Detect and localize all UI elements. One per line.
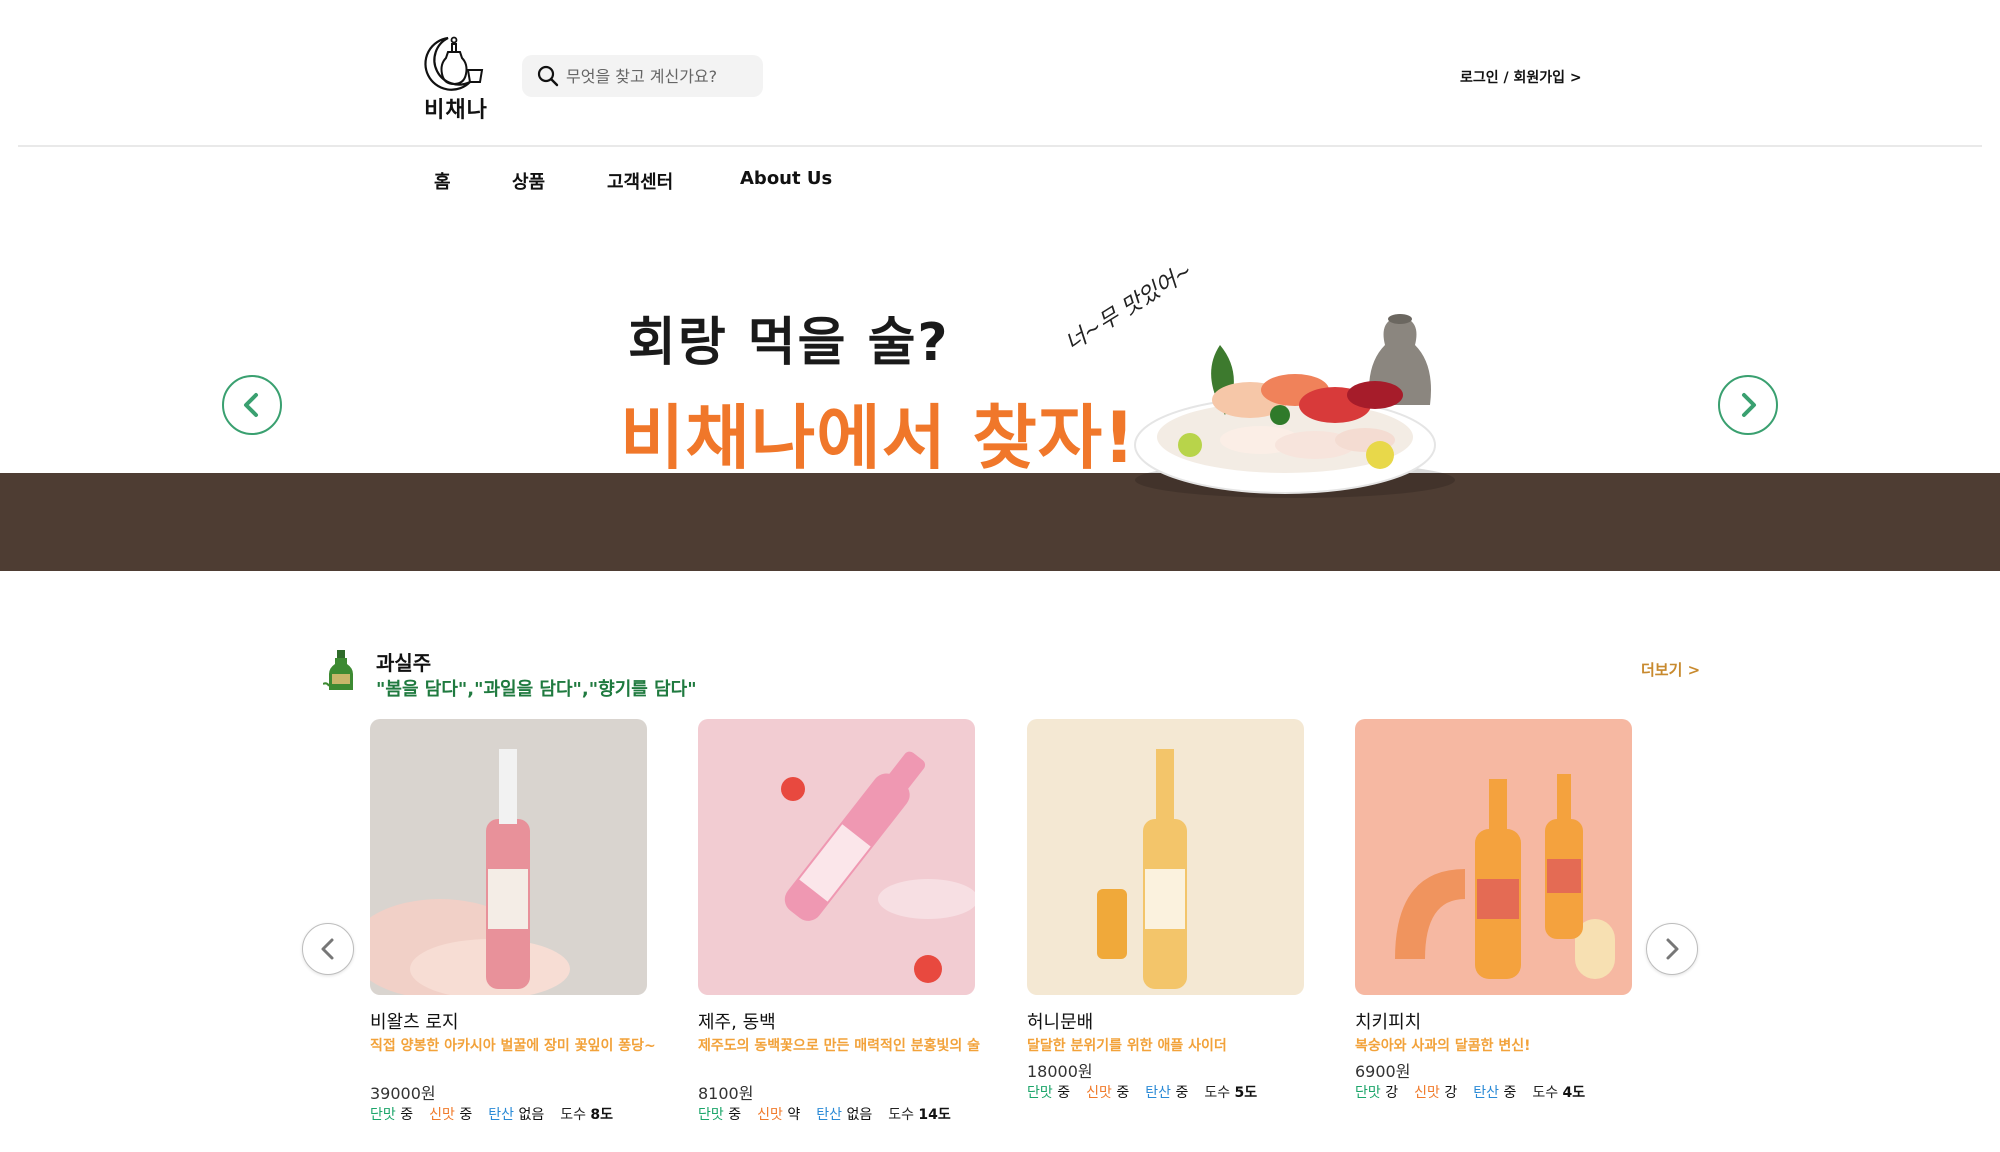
- product-taste-tags: 단맛 중 신맛 중 탄산 없음 도수 8도: [370, 1104, 613, 1124]
- product-image[interactable]: [1027, 719, 1304, 995]
- sour-label: 신맛: [757, 1107, 783, 1123]
- logo-text: 비채나: [424, 98, 488, 123]
- products-prev-button[interactable]: [302, 923, 354, 975]
- chevron-right-icon: [1666, 938, 1679, 960]
- product-name[interactable]: 허니문배: [1027, 1008, 1093, 1034]
- moon-bottle-logo-icon: [424, 36, 484, 91]
- carbonation-value: 중: [1503, 1085, 1517, 1101]
- product-image[interactable]: [698, 719, 975, 995]
- product-description: 달달한 분위기를 위한 애플 사이더: [1027, 1038, 1227, 1054]
- carbonation-label: 탄산: [1145, 1085, 1171, 1101]
- abv-label: 도수: [1204, 1085, 1231, 1101]
- sour-label: 신맛: [429, 1107, 455, 1123]
- product-image[interactable]: [370, 719, 647, 995]
- product-taste-tags: 단맛 중 신맛 중 탄산 중 도수 5도: [1027, 1082, 1257, 1102]
- sweet-label: 단맛: [698, 1107, 724, 1123]
- sweet-value: 중: [400, 1107, 414, 1123]
- section-subtitle: "봄을 담다","과일을 담다","향기를 담다": [376, 679, 697, 700]
- abv-label: 도수: [560, 1107, 586, 1123]
- banner-prev-button[interactable]: [222, 375, 282, 435]
- banner-headline-line1: 회랑 먹을 술?: [628, 313, 950, 373]
- sashimi-plate-image: [1130, 305, 1460, 505]
- header-divider: [18, 145, 1982, 147]
- nav-item-home[interactable]: 홈: [434, 168, 451, 194]
- sweet-label: 단맛: [370, 1107, 396, 1123]
- chevron-right-icon: [1742, 393, 1756, 417]
- sour-value: 강: [1444, 1085, 1458, 1101]
- nav-item-about-us[interactable]: About Us: [740, 168, 832, 189]
- nav-item-products[interactable]: 상품: [512, 168, 545, 194]
- carbonation-value: 중: [1175, 1085, 1189, 1101]
- product-taste-tags: 단맛 강 신맛 강 탄산 중 도수 4도: [1355, 1082, 1585, 1102]
- abv-value: 14도: [918, 1107, 951, 1123]
- chevron-left-icon: [321, 938, 334, 960]
- sour-value: 중: [1116, 1085, 1130, 1101]
- carbonation-value: 없음: [518, 1107, 545, 1123]
- product-description: 제주도의 동백꽃으로 만든 매력적인 분홍빛의 술: [698, 1038, 980, 1054]
- search-bar[interactable]: [522, 55, 763, 97]
- sweet-label: 단맛: [1355, 1085, 1381, 1101]
- product-name[interactable]: 비왈츠 로지: [370, 1008, 459, 1034]
- abv-value: 8도: [590, 1107, 614, 1123]
- bottle-icon: [322, 650, 359, 692]
- abv-value: 5도: [1234, 1085, 1258, 1101]
- login-signup-link[interactable]: 로그인 / 회원가입 >: [1460, 67, 1582, 87]
- banner-band: [0, 473, 2000, 571]
- sweet-value: 중: [1057, 1085, 1071, 1101]
- product-image[interactable]: [1355, 719, 1632, 995]
- product-name[interactable]: 치키피치: [1355, 1008, 1421, 1034]
- product-price: 8100원: [698, 1084, 754, 1103]
- sour-value: 중: [459, 1107, 473, 1123]
- sweet-value: 중: [728, 1107, 742, 1123]
- more-link[interactable]: 더보기 >: [1641, 659, 1700, 680]
- product-price: 39000원: [370, 1084, 436, 1103]
- product-description: 복숭아와 사과의 달콤한 변신!: [1355, 1038, 1531, 1054]
- section-title: 과실주: [376, 651, 432, 675]
- carbonation-label: 탄산: [488, 1107, 514, 1123]
- carbonation-value: 없음: [846, 1107, 873, 1123]
- product-description: 직접 양봉한 아카시아 벌꿀에 장미 꽃잎이 퐁당~: [370, 1038, 656, 1054]
- sour-value: 약: [787, 1107, 801, 1123]
- banner-next-button[interactable]: [1718, 375, 1778, 435]
- product-name[interactable]: 제주, 동백: [698, 1008, 776, 1034]
- chevron-left-icon: [244, 393, 258, 417]
- banner-headline-line2: 비채나에서 찾자!: [620, 397, 1137, 479]
- sweet-value: 강: [1385, 1085, 1399, 1101]
- sour-label: 신맛: [1086, 1085, 1112, 1101]
- sour-label: 신맛: [1414, 1085, 1440, 1101]
- search-input[interactable]: [564, 65, 758, 87]
- carbonation-label: 탄산: [1473, 1085, 1499, 1101]
- carbonation-label: 탄산: [816, 1107, 842, 1123]
- abv-value: 4도: [1562, 1085, 1586, 1101]
- abv-label: 도수: [1532, 1085, 1559, 1101]
- product-taste-tags: 단맛 중 신맛 약 탄산 없음 도수 14도: [698, 1104, 951, 1124]
- search-icon: [537, 65, 559, 87]
- product-price: 6900원: [1355, 1062, 1411, 1081]
- products-next-button[interactable]: [1646, 923, 1698, 975]
- sweet-label: 단맛: [1027, 1085, 1053, 1101]
- product-price: 18000원: [1027, 1062, 1093, 1081]
- abv-label: 도수: [888, 1107, 914, 1123]
- nav-item-customer-center[interactable]: 고객센터: [607, 168, 673, 194]
